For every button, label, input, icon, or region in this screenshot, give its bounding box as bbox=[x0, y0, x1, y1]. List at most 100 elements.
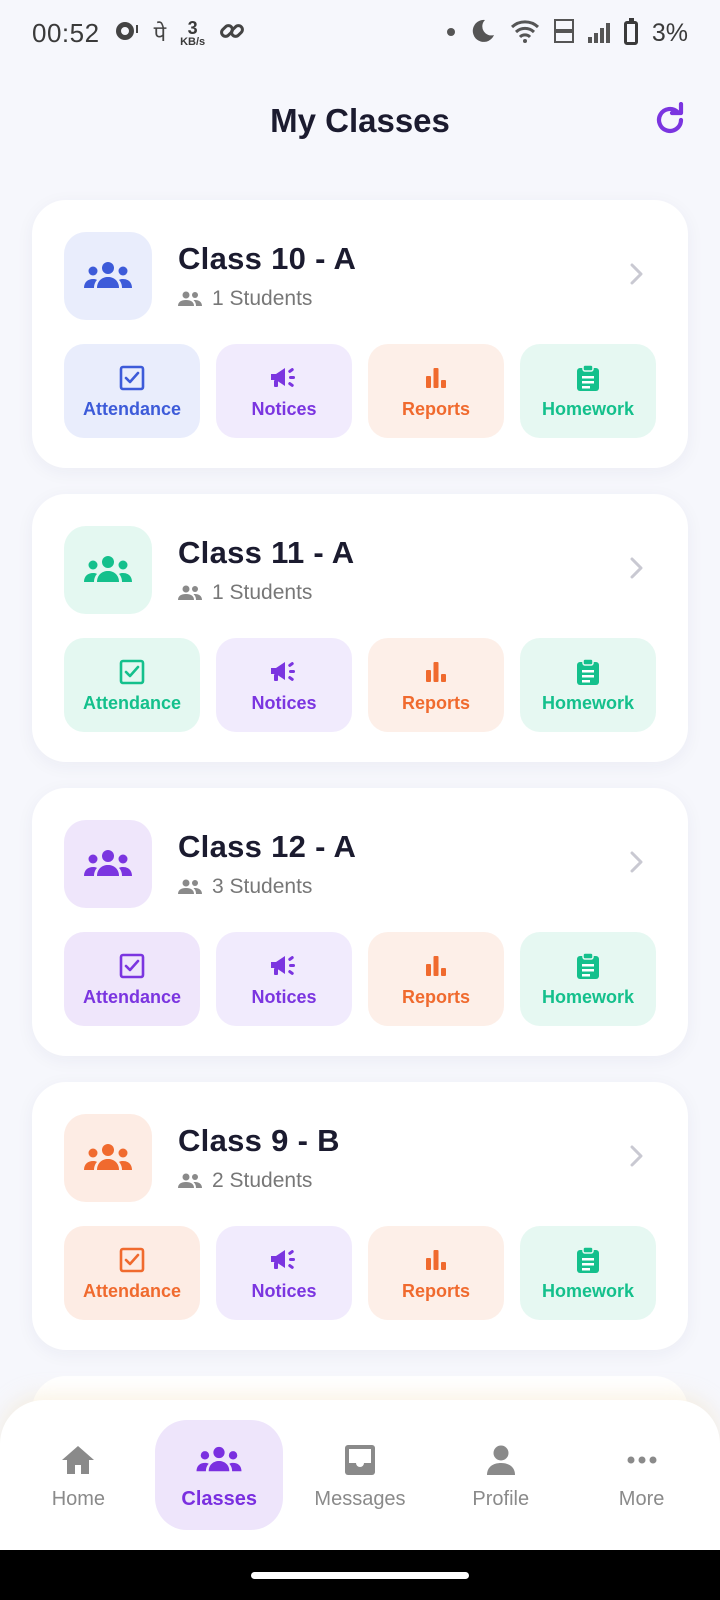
person-icon bbox=[485, 1440, 517, 1480]
reports-button[interactable]: Reports bbox=[368, 932, 504, 1026]
refresh-button[interactable] bbox=[650, 100, 690, 140]
homework-label: Homework bbox=[541, 1280, 635, 1301]
homework-button[interactable]: Homework bbox=[520, 932, 656, 1026]
nav-classes[interactable]: Classes bbox=[155, 1420, 284, 1530]
nav-more[interactable]: More bbox=[578, 1420, 706, 1530]
notices-label: Notices bbox=[251, 398, 317, 419]
bottom-nav: Home Classes Messages Profile More bbox=[0, 1400, 720, 1550]
chevron-right-icon[interactable] bbox=[624, 1144, 648, 1168]
card-top: Class 11 - A 1 Students bbox=[64, 526, 656, 614]
class-avatar bbox=[64, 526, 152, 614]
reports-button[interactable]: Reports bbox=[368, 1226, 504, 1320]
class-card[interactable]: Class 12 - A 3 Students Attendance Notic… bbox=[32, 788, 688, 1056]
clipboard-icon bbox=[576, 657, 600, 687]
group-icon bbox=[84, 1144, 132, 1170]
nav-home[interactable]: Home bbox=[14, 1420, 142, 1530]
students-count: 1 Students bbox=[212, 581, 313, 604]
reports-label: Reports bbox=[401, 692, 470, 713]
net-speed-unit: KB/s bbox=[180, 35, 206, 48]
class-students: 1 Students bbox=[178, 287, 656, 311]
homework-label: Homework bbox=[541, 398, 635, 419]
attendance-button[interactable]: Attendance bbox=[64, 932, 200, 1026]
card-top: Class 9 - B 2 Students bbox=[64, 1114, 656, 1202]
attendance-label: Attendance bbox=[82, 1280, 181, 1301]
attendance-button[interactable]: Attendance bbox=[64, 638, 200, 732]
class-card[interactable]: Class 11 - A 1 Students Attendance Notic… bbox=[32, 494, 688, 762]
clipboard-icon bbox=[576, 951, 600, 981]
class-actions: Attendance Notices Reports Homework bbox=[64, 1226, 656, 1320]
reports-label: Reports bbox=[401, 398, 470, 419]
students-count: 3 Students bbox=[212, 875, 313, 898]
battery-percent: 3% bbox=[651, 18, 688, 47]
students-count: 2 Students bbox=[212, 1169, 313, 1192]
card-top: Class 12 - A 3 Students bbox=[64, 820, 656, 908]
class-actions: Attendance Notices Reports Homework bbox=[64, 638, 656, 732]
notices-label: Notices bbox=[251, 1280, 317, 1301]
group-icon bbox=[84, 262, 132, 288]
reports-button[interactable]: Reports bbox=[368, 344, 504, 438]
attendance-button[interactable]: Attendance bbox=[64, 344, 200, 438]
class-card[interactable]: Class 10 - A 1 Students Attendance Notic… bbox=[32, 200, 688, 468]
class-avatar bbox=[64, 820, 152, 908]
notices-button[interactable]: Notices bbox=[216, 638, 352, 732]
clock-alert-icon bbox=[114, 20, 140, 47]
clipboard-icon bbox=[576, 1245, 600, 1275]
checkbox-icon bbox=[119, 951, 145, 981]
nav-profile-label: Profile bbox=[472, 1487, 530, 1510]
checkbox-icon bbox=[119, 1245, 145, 1275]
status-bar: 00:52 पे 3 KB/s 3% bbox=[0, 0, 720, 66]
group-icon bbox=[84, 556, 132, 582]
notices-button[interactable]: Notices bbox=[216, 1226, 352, 1320]
class-list: Class 10 - A 1 Students Attendance Notic… bbox=[32, 200, 688, 1376]
class-name: Class 10 - A bbox=[178, 241, 357, 276]
status-time: 00:52 bbox=[32, 17, 100, 48]
reports-button[interactable]: Reports bbox=[368, 638, 504, 732]
class-actions: Attendance Notices Reports Homework bbox=[64, 344, 656, 438]
link-icon bbox=[219, 18, 245, 49]
signal-icon bbox=[587, 23, 610, 43]
homework-button[interactable]: Homework bbox=[520, 1226, 656, 1320]
group-icon bbox=[84, 850, 132, 876]
status-left: 00:52 पे 3 KB/s bbox=[32, 18, 245, 49]
nav-more-label: More bbox=[618, 1487, 665, 1510]
class-students: 3 Students bbox=[178, 875, 656, 899]
megaphone-icon bbox=[269, 1245, 299, 1275]
home-icon bbox=[60, 1440, 96, 1480]
nav-messages-label: Messages bbox=[314, 1487, 406, 1510]
chevron-right-icon[interactable] bbox=[624, 850, 648, 874]
class-info: Class 10 - A 1 Students bbox=[178, 241, 656, 311]
chevron-right-icon[interactable] bbox=[624, 556, 648, 580]
moon-icon bbox=[470, 18, 496, 49]
megaphone-icon bbox=[269, 657, 299, 687]
nav-profile[interactable]: Profile bbox=[437, 1420, 565, 1530]
home-handle[interactable] bbox=[251, 1572, 469, 1579]
header: My Classes bbox=[0, 86, 720, 156]
chevron-right-icon[interactable] bbox=[624, 262, 648, 286]
inbox-icon bbox=[343, 1440, 377, 1480]
reports-label: Reports bbox=[401, 1280, 470, 1301]
homework-button[interactable]: Homework bbox=[520, 344, 656, 438]
students-count: 1 Students bbox=[212, 287, 313, 310]
nav-home-label: Home bbox=[51, 1487, 106, 1510]
clipboard-icon bbox=[576, 363, 600, 393]
attendance-label: Attendance bbox=[82, 692, 181, 713]
net-speed-value: 3 bbox=[187, 17, 198, 38]
notices-button[interactable]: Notices bbox=[216, 344, 352, 438]
class-name: Class 12 - A bbox=[178, 829, 357, 864]
class-card[interactable]: Class 9 - B 2 Students Attendance Notice… bbox=[32, 1082, 688, 1350]
homework-button[interactable]: Homework bbox=[520, 638, 656, 732]
attendance-button[interactable]: Attendance bbox=[64, 1226, 200, 1320]
people-icon bbox=[178, 585, 202, 600]
wifi-icon bbox=[510, 19, 540, 48]
homework-label: Homework bbox=[541, 986, 635, 1007]
class-name: Class 11 - A bbox=[178, 535, 355, 570]
bar-chart-icon bbox=[424, 363, 448, 393]
notices-button[interactable]: Notices bbox=[216, 932, 352, 1026]
reports-label: Reports bbox=[401, 986, 470, 1007]
net-speed: 3 KB/s bbox=[180, 19, 205, 48]
battery-icon bbox=[623, 18, 638, 45]
volte-icon bbox=[553, 18, 574, 49]
class-students: 2 Students bbox=[178, 1169, 656, 1193]
class-avatar bbox=[64, 1114, 152, 1202]
nav-messages[interactable]: Messages bbox=[296, 1420, 424, 1530]
